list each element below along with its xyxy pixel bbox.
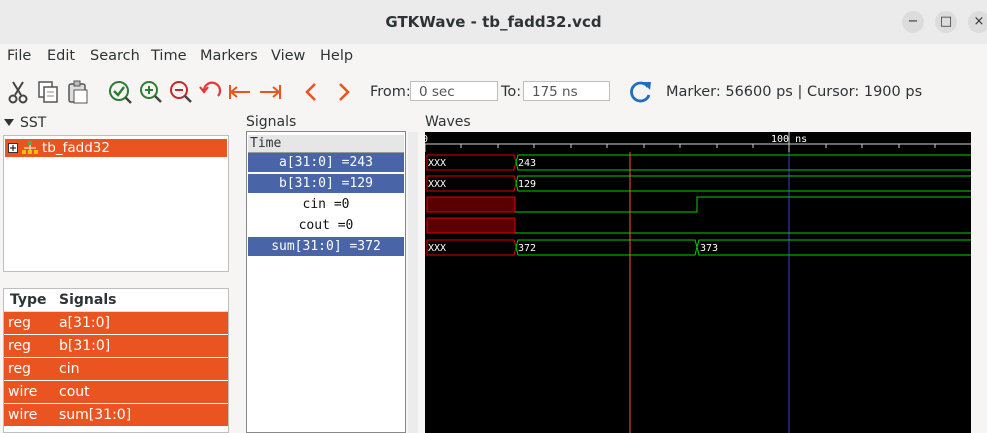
menu-time[interactable]: Time (151, 48, 187, 64)
menu-search[interactable]: Search (90, 48, 140, 64)
trace-value: 372 (518, 243, 536, 254)
signal-type: reg (8, 338, 31, 354)
signal-type: reg (8, 315, 31, 331)
waves-panel[interactable]: 0 100 ns XXX 243 XXX 129 XXX 372 373 (425, 132, 971, 433)
tree-item-tb-fadd32[interactable]: tb_fadd32 (5, 139, 227, 157)
zoom-in-icon[interactable] (138, 79, 164, 105)
trace-sum[interactable]: XXX 372 373 (426, 239, 971, 256)
cut-icon[interactable] (5, 79, 31, 105)
maximize-button[interactable]: □ (935, 11, 957, 33)
signal-name: sum[31:0] (59, 407, 132, 423)
signals-scrollbar[interactable] (408, 132, 418, 433)
trace-a[interactable]: XXX 243 (426, 154, 971, 171)
menu-markers[interactable]: Markers (200, 48, 258, 64)
title-bar: GTKWave - tb_fadd32.vcd − □ × (0, 0, 987, 45)
signal-row-b[interactable]: b[31:0] =129 (248, 174, 404, 193)
table-header: Type Signals (4, 289, 228, 312)
signal-row-sum[interactable]: sum[31:0] =372 (248, 237, 404, 256)
minimize-icon: − (907, 14, 919, 29)
next-icon[interactable] (330, 79, 356, 105)
menu-file[interactable]: File (7, 48, 31, 64)
waveform-canvas[interactable]: 0 100 ns XXX 243 XXX 129 XXX 372 373 (425, 132, 971, 433)
expand-icon[interactable] (8, 143, 18, 153)
signal-type: wire (8, 407, 38, 423)
table-row[interactable]: reg a[31:0] (4, 312, 228, 334)
trace-value: XXX (428, 243, 446, 254)
maximize-icon: □ (939, 14, 953, 29)
tree-item-label: tb_fadd32 (42, 140, 110, 156)
sst-label: SST (20, 115, 47, 131)
to-input[interactable]: 175 ns (523, 81, 610, 101)
table-row[interactable]: wire cout (4, 381, 228, 403)
close-icon: × (973, 14, 985, 29)
trace-value: 243 (518, 158, 536, 169)
zoom-out-icon[interactable] (168, 79, 194, 105)
previous-icon[interactable] (299, 79, 325, 105)
time-header: Time (248, 135, 404, 153)
marker-cursor-status: Marker: 56600 ps | Cursor: 1900 ps (666, 84, 923, 100)
go-start-icon[interactable] (227, 79, 253, 105)
trace-value: 373 (700, 243, 718, 254)
signal-type: reg (8, 361, 31, 377)
trace-cin[interactable] (426, 196, 971, 213)
signal-name: cout (59, 384, 90, 400)
signal-type-table: Type Signals reg a[31:0] reg b[31:0] reg ci… (3, 288, 229, 433)
menu-edit[interactable]: Edit (47, 48, 75, 64)
signal-row-a[interactable]: a[31:0] =243 (248, 153, 404, 172)
paste-icon[interactable] (65, 79, 91, 105)
table-row[interactable]: reg cin (4, 358, 228, 380)
time-start-label: 0 (425, 134, 428, 145)
menu-help[interactable]: Help (320, 48, 353, 64)
copy-icon[interactable] (35, 79, 61, 105)
close-button[interactable]: × (968, 11, 987, 33)
expander-down-icon[interactable] (4, 119, 14, 127)
window-title: GTKWave - tb_fadd32.vcd (385, 13, 602, 31)
module-hierarchy-icon (22, 141, 38, 154)
signal-type: wire (8, 384, 38, 400)
toolbar: From: 0 sec To: 175 ns Marker: 56600 ps … (0, 70, 987, 114)
menu-bar: File Edit Search Time Markers View Help (0, 44, 987, 68)
reload-icon[interactable] (626, 78, 654, 106)
type-column-header[interactable]: Type (10, 292, 47, 308)
signals-column-header[interactable]: Signals (59, 292, 116, 308)
time-marker-label: 100 ns (771, 134, 807, 145)
table-row[interactable]: reg b[31:0] (4, 335, 228, 357)
menu-view[interactable]: View (271, 48, 305, 64)
signal-row-cin[interactable]: cin =0 (248, 195, 404, 214)
sst-tree: tb_fadd32 (3, 135, 229, 272)
signal-name: b[31:0] (59, 338, 111, 354)
undo-icon[interactable] (197, 79, 223, 105)
signals-label: Signals (246, 114, 297, 130)
time-ruler: 0 100 ns (425, 132, 971, 152)
minimize-button[interactable]: − (902, 11, 924, 33)
trace-value: 129 (518, 179, 536, 190)
from-input[interactable]: 0 sec (410, 81, 498, 101)
signals-list: Time a[31:0] =243 b[31:0] =129 cin =0 co… (246, 131, 406, 433)
signal-name: cin (59, 361, 80, 377)
from-label: From: (370, 84, 411, 100)
waves-label: Waves (425, 114, 471, 130)
signal-name: a[31:0] (59, 315, 110, 331)
to-label: To: (501, 84, 522, 100)
table-row[interactable]: wire sum[31:0] (4, 404, 228, 426)
zoom-fit-icon[interactable] (107, 79, 133, 105)
signal-row-cout[interactable]: cout =0 (248, 216, 404, 235)
trace-value: XXX (428, 179, 446, 190)
go-end-icon[interactable] (257, 79, 283, 105)
trace-value: XXX (428, 158, 446, 169)
trace-b[interactable]: XXX 129 (426, 175, 971, 192)
trace-cout[interactable] (426, 217, 971, 234)
